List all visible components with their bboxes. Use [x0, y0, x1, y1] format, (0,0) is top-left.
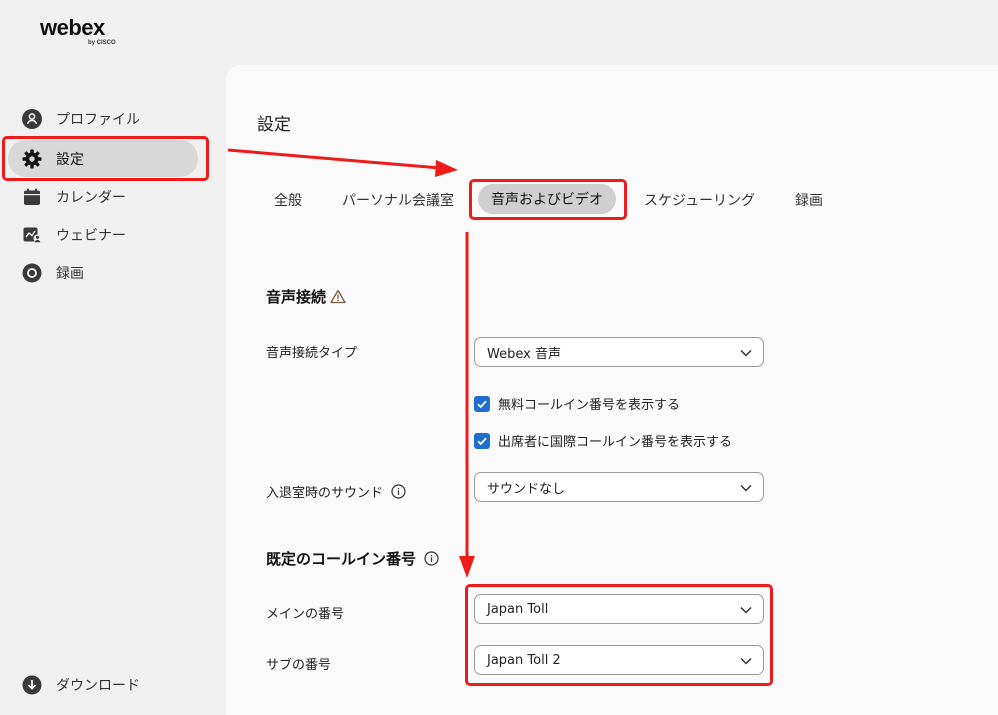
audio-connection-type-select[interactable]: Webex 音声: [474, 337, 764, 367]
audio-connection-type-label: 音声接続タイプ: [266, 346, 358, 361]
sidebar-item-label: ダウンロード: [56, 678, 140, 694]
sidebar-item-label: 設定: [56, 151, 84, 168]
tab-audio-video[interactable]: 音声およびビデオ: [478, 184, 616, 214]
page-title: 設定: [257, 115, 291, 135]
download-icon: [22, 675, 42, 695]
sidebar-item-calendar[interactable]: カレンダー: [22, 185, 126, 209]
entry-sound-label: 入退室時のサウンド: [266, 482, 406, 501]
audio-connection-heading: 音声接続: [266, 286, 346, 307]
logo-sub-text: by CISCO: [88, 40, 116, 46]
sidebar-item-label: 録画: [56, 266, 84, 282]
sidebar-item-label: プロファイル: [56, 112, 140, 128]
sidebar-item-settings[interactable]: 設定: [8, 140, 198, 177]
tab-label: 音声およびビデオ: [491, 192, 603, 208]
sidebar-item-recording[interactable]: 録画: [22, 261, 84, 285]
warning-icon: [330, 289, 346, 304]
select-value: サウンドなし: [487, 481, 566, 497]
checkbox-checked-icon[interactable]: [474, 395, 490, 412]
section-heading-text: 既定のコールイン番号: [266, 550, 417, 568]
tab-personal-room[interactable]: パーソナル会議室: [342, 190, 454, 210]
sidebar-item-webinar[interactable]: ウェビナー: [22, 223, 126, 247]
section-heading-text: 音声接続: [266, 288, 327, 306]
checkbox-international[interactable]: 出席者に国際コールイン番号を表示する: [474, 431, 732, 450]
default-callin-heading: 既定のコールイン番号: [266, 548, 439, 569]
info-icon[interactable]: [391, 484, 406, 499]
select-value: Webex 音声: [487, 346, 561, 362]
checkbox-label: 無料コールイン番号を表示する: [498, 398, 681, 413]
calendar-icon: [22, 187, 42, 207]
chevron-down-icon: [739, 346, 753, 364]
webinar-icon: [22, 225, 42, 245]
checkbox-label: 出席者に国際コールイン番号を表示する: [498, 435, 733, 450]
gear-icon: [22, 149, 42, 169]
sidebar-item-label: カレンダー: [56, 190, 126, 206]
info-icon[interactable]: [424, 551, 439, 566]
chevron-down-icon: [739, 654, 753, 672]
sub-number-label: サブの番号: [266, 658, 332, 673]
tab-general[interactable]: 全般: [274, 190, 302, 210]
label-text: 入退室時のサウンド: [266, 486, 384, 501]
profile-icon: [22, 109, 42, 129]
webex-logo: webex by CISCO: [40, 15, 116, 46]
sub-number-select[interactable]: Japan Toll 2: [474, 645, 764, 675]
main-number-label: メインの番号: [266, 607, 345, 622]
sidebar-item-download[interactable]: ダウンロード: [22, 673, 140, 697]
select-value: Japan Toll 2: [487, 652, 561, 668]
logo-text: webex: [40, 15, 105, 40]
chevron-down-icon: [739, 481, 753, 499]
entry-sound-select[interactable]: サウンドなし: [474, 472, 764, 502]
sidebar-item-label: ウェビナー: [56, 228, 126, 244]
tab-scheduling[interactable]: スケジューリング: [644, 190, 755, 210]
record-icon: [22, 263, 42, 283]
checkbox-toll-free[interactable]: 無料コールイン番号を表示する: [474, 394, 680, 413]
select-value: Japan Toll: [487, 601, 549, 617]
checkbox-checked-icon[interactable]: [474, 432, 490, 449]
main-number-select[interactable]: Japan Toll: [474, 594, 764, 624]
chevron-down-icon: [739, 603, 753, 621]
tab-recording[interactable]: 録画: [795, 190, 823, 210]
sidebar-item-profile[interactable]: プロファイル: [22, 107, 140, 131]
